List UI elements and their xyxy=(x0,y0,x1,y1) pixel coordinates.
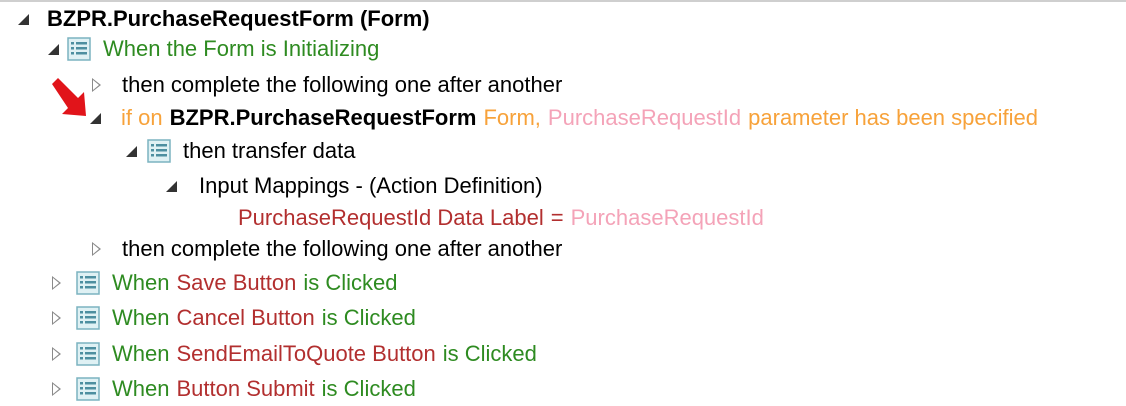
collapsed-triangle-icon[interactable] xyxy=(92,242,102,256)
event-action: is Clicked xyxy=(442,341,537,366)
top-border xyxy=(0,0,1126,2)
tree-node-condition[interactable]: if on BZPR.PurchaseRequestForm Form, Pur… xyxy=(90,103,1038,133)
event-subject: Cancel Button xyxy=(176,305,315,330)
event-action: is Clicked xyxy=(303,270,398,295)
collapsed-triangle-icon[interactable] xyxy=(52,276,62,290)
tree-node-then-complete-2[interactable]: then complete the following one after an… xyxy=(92,234,562,264)
mapping-lhs: PurchaseRequestId Data Label xyxy=(238,205,544,230)
red-arrow-icon xyxy=(52,78,86,116)
event-when: When xyxy=(112,270,170,295)
event-subject: Button Submit xyxy=(176,376,315,401)
collapsed-triangle-icon[interactable] xyxy=(52,311,62,325)
condition-param: PurchaseRequestId xyxy=(547,105,742,130)
tree-node-event[interactable]: When Button Submit is Clicked xyxy=(52,374,416,404)
tree-node-event[interactable]: When SendEmailToQuote Button is Clicked xyxy=(52,339,537,369)
mapping-equals: = xyxy=(550,205,564,230)
expanded-triangle-icon[interactable] xyxy=(18,13,29,25)
root-label: BZPR.PurchaseRequestForm (Form) xyxy=(47,6,430,31)
then-complete-label: then complete the following one after an… xyxy=(122,236,563,261)
tree-node-event[interactable]: When Save Button is Clicked xyxy=(52,268,398,298)
collapsed-triangle-icon[interactable] xyxy=(52,382,62,396)
then-complete-label: then complete the following one after an… xyxy=(122,72,563,97)
event-when: When xyxy=(112,341,170,366)
condition-form-word: Form, xyxy=(483,105,541,130)
condition-tail: parameter has been specified xyxy=(748,105,1038,130)
tree-node-root[interactable]: BZPR.PurchaseRequestForm (Form) xyxy=(18,4,430,34)
collapsed-triangle-icon[interactable] xyxy=(92,78,102,92)
tree-node-then-complete-1[interactable]: then complete the following one after an… xyxy=(92,70,562,100)
event-subject: SendEmailToQuote Button xyxy=(176,341,436,366)
condition-form-name: BZPR.PurchaseRequestForm xyxy=(169,105,477,130)
collapsed-triangle-icon[interactable] xyxy=(52,347,62,361)
event-when: When xyxy=(112,376,170,401)
rule-list-icon xyxy=(147,139,171,163)
input-mappings-label: Input Mappings - (Action Definition) xyxy=(199,173,543,198)
tree-node-event[interactable]: When Cancel Button is Clicked xyxy=(52,303,416,333)
rule-list-icon xyxy=(76,377,100,401)
tree-node-input-mappings[interactable]: Input Mappings - (Action Definition) xyxy=(166,171,543,201)
expanded-triangle-icon[interactable] xyxy=(90,112,101,124)
transfer-label: then transfer data xyxy=(183,138,356,163)
expanded-triangle-icon[interactable] xyxy=(166,180,177,192)
expanded-triangle-icon[interactable] xyxy=(126,145,137,157)
event-when: When xyxy=(112,305,170,330)
tree-node-transfer[interactable]: then transfer data xyxy=(126,136,355,166)
expanded-triangle-icon[interactable] xyxy=(48,43,59,55)
init-event-label: When the Form is Initializing xyxy=(103,36,380,61)
event-action: is Clicked xyxy=(321,305,416,330)
mapping-rhs: PurchaseRequestId xyxy=(570,205,764,230)
tree-node-init-event[interactable]: When the Form is Initializing xyxy=(48,34,379,64)
rule-list-icon xyxy=(76,306,100,330)
rule-list-icon xyxy=(76,271,100,295)
rule-list-icon xyxy=(67,37,91,61)
event-action: is Clicked xyxy=(321,376,416,401)
event-subject: Save Button xyxy=(176,270,297,295)
rule-list-icon xyxy=(76,342,100,366)
if-on-keyword: if on xyxy=(121,105,163,130)
tree-node-mapping[interactable]: PurchaseRequestId Data Label = PurchaseR… xyxy=(238,203,764,233)
